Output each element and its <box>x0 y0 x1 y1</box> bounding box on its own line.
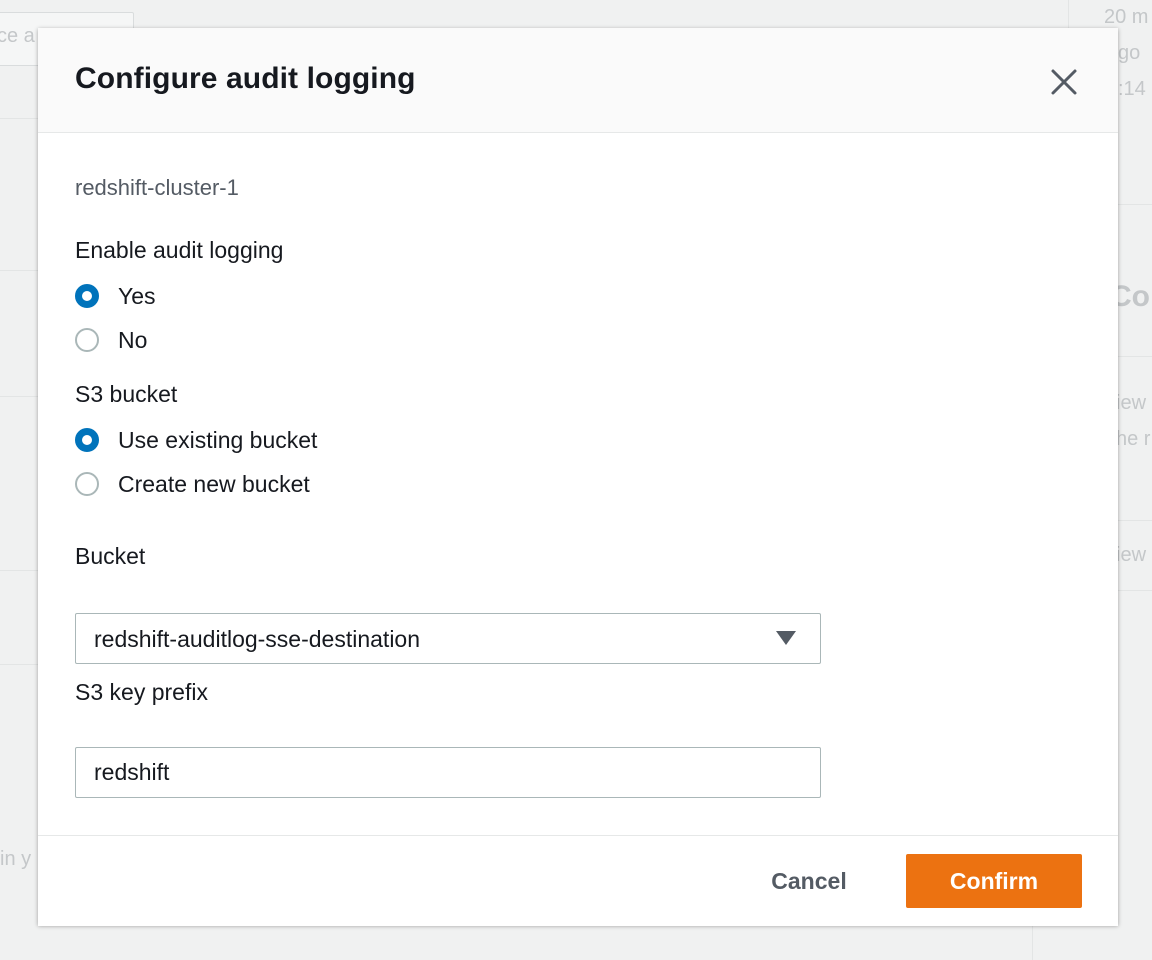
background-divider <box>0 396 38 397</box>
modal-title: Configure audit logging <box>75 62 416 95</box>
s3-key-prefix-label: S3 key prefix <box>75 679 208 705</box>
audit-logging-no-option[interactable]: No <box>75 325 147 355</box>
background-view-link: iew <box>1116 392 1147 414</box>
background-divider <box>1118 520 1152 521</box>
caret-down-icon <box>776 631 796 645</box>
modal-body: redshift-cluster-1 Enable audit logging … <box>38 133 1118 835</box>
radio-no[interactable] <box>75 328 99 352</box>
radio-yes-label: Yes <box>118 282 156 309</box>
audit-logging-yes-option[interactable]: Yes <box>75 281 156 311</box>
background-divider <box>1032 926 1033 960</box>
cluster-name: redshift-cluster-1 <box>75 175 239 200</box>
background-text-in: in y <box>0 848 32 870</box>
enable-audit-logging-label: Enable audit logging <box>75 237 284 263</box>
background-view-link: iew <box>1116 544 1147 566</box>
bucket-label: Bucket <box>75 543 146 569</box>
use-existing-bucket-option[interactable]: Use existing bucket <box>75 425 317 455</box>
background-divider <box>1118 590 1152 591</box>
background-tab-text: ce a <box>0 25 35 47</box>
bucket-select[interactable]: redshift-auditlog-sse-destination <box>75 613 821 664</box>
radio-no-label: No <box>118 326 148 353</box>
background-divider <box>0 270 38 271</box>
background-divider <box>1118 204 1152 205</box>
background-time-text: 20 m <box>1104 6 1149 28</box>
background-ago-text: go <box>1118 42 1141 64</box>
background-divider <box>0 570 38 571</box>
radio-use-existing-bucket[interactable] <box>75 428 99 452</box>
close-button[interactable] <box>1046 64 1082 100</box>
radio-use-existing-bucket-label: Use existing bucket <box>118 426 318 453</box>
radio-create-new-bucket[interactable] <box>75 472 99 496</box>
cancel-button[interactable]: Cancel <box>754 854 864 908</box>
background-divider <box>0 118 38 119</box>
audit-logging-modal: Configure audit logging redshift-cluster… <box>38 28 1118 926</box>
radio-create-new-bucket-label: Create new bucket <box>118 470 310 497</box>
bucket-select-value: redshift-auditlog-sse-destination <box>94 626 421 652</box>
radio-yes[interactable] <box>75 284 99 308</box>
modal-footer: Cancel Confirm <box>38 835 1118 926</box>
close-icon <box>1051 69 1077 95</box>
background-divider <box>0 664 38 665</box>
s3-bucket-label: S3 bucket <box>75 381 178 407</box>
background-divider <box>1118 356 1152 357</box>
modal-header: Configure audit logging <box>38 28 1118 133</box>
create-new-bucket-option[interactable]: Create new bucket <box>75 469 310 499</box>
s3-key-prefix-input[interactable] <box>75 747 821 798</box>
background-divider <box>1068 0 1069 28</box>
background-clock-text: :14 <box>1118 78 1146 100</box>
confirm-button[interactable]: Confirm <box>906 854 1082 908</box>
background-text-the: he r <box>1116 428 1151 450</box>
